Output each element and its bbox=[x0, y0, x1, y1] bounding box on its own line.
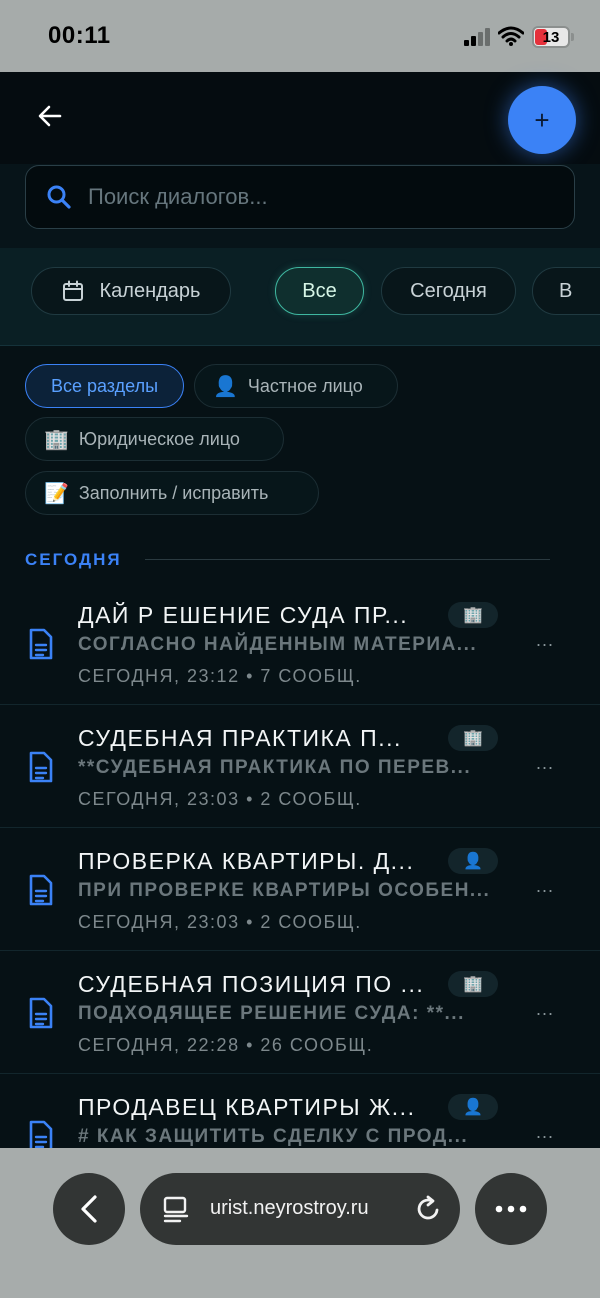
category-label: Юридическое лицо bbox=[78, 428, 240, 449]
status-bar: 00:11 13 bbox=[0, 0, 600, 72]
browser-menu-button[interactable] bbox=[475, 1173, 547, 1245]
site-settings-icon bbox=[163, 1196, 189, 1223]
address-bar[interactable]: urist.neyrostroy.ru bbox=[140, 1173, 460, 1245]
calendar-filter-chip[interactable]: Календарь bbox=[31, 267, 231, 315]
category-chip-all[interactable]: Все разделы bbox=[25, 364, 184, 408]
category-chip-private[interactable]: 👤 Частное лицо bbox=[194, 364, 398, 408]
dialog-row[interactable]: ПРОВЕРКА КВАРТИРЫ. Д... 👤 ПРИ ПРОВЕРКЕ К… bbox=[0, 828, 600, 951]
date-filter-bar: Календарь Все Сегодня В bbox=[0, 248, 600, 346]
more-options-icon[interactable]: ... bbox=[536, 630, 554, 651]
dialog-category-badge: 🏢 bbox=[448, 725, 498, 751]
dialog-row[interactable]: СУДЕБНАЯ ПОЗИЦИЯ ПО ... 🏢 ПОДХОДЯЩЕЕ РЕШ… bbox=[0, 951, 600, 1074]
document-icon bbox=[29, 1120, 53, 1148]
dialog-preview: СОГЛАСНО НАЙДЕННЫМ МАТЕРИА... bbox=[78, 634, 478, 655]
more-options-icon[interactable]: ... bbox=[536, 1122, 554, 1143]
category-chip-fill[interactable]: 📝 Заполнить / исправить bbox=[25, 471, 319, 515]
dialog-preview: **СУДЕБНАЯ ПРАКТИКА ПО ПЕРЕВ... bbox=[78, 757, 472, 778]
dialog-preview: ПРИ ПРОВЕРКЕ КВАРТИРЫ ОСОБЕН... bbox=[78, 880, 491, 901]
back-button[interactable] bbox=[34, 100, 66, 132]
filter-chip-all[interactable]: Все bbox=[275, 267, 364, 315]
dialog-category-badge: 👤 bbox=[448, 848, 498, 874]
search-box[interactable] bbox=[25, 165, 575, 229]
dialog-category-badge: 🏢 bbox=[448, 602, 498, 628]
dialog-row[interactable]: ДАЙ Р ЕШЕНИЕ СУДА ПР... 🏢 СОГЛАСНО НАЙДЕ… bbox=[0, 582, 600, 705]
category-label: Частное лицо bbox=[247, 375, 363, 396]
search-icon bbox=[47, 185, 71, 209]
battery-icon: 13 bbox=[532, 26, 570, 48]
calendar-icon bbox=[62, 280, 83, 301]
section-title: СЕГОДНЯ bbox=[25, 550, 122, 569]
person-icon: 👤 bbox=[213, 375, 238, 398]
dialog-category-badge: 🏢 bbox=[448, 971, 498, 997]
document-icon bbox=[29, 874, 53, 906]
dialog-preview: ПОДХОДЯЩЕЕ РЕШЕНИЕ СУДА: **... bbox=[78, 1003, 465, 1024]
dialog-row[interactable]: СУДЕБНАЯ ПРАКТИКА П... 🏢 **СУДЕБНАЯ ПРАК… bbox=[0, 705, 600, 828]
status-time: 00:11 bbox=[48, 22, 111, 49]
filter-chip-today[interactable]: Сегодня bbox=[381, 267, 516, 315]
dialog-title: СУДЕБНАЯ ПРАКТИКА П... bbox=[78, 725, 402, 751]
dialog-meta: СЕГОДНЯ, 22:28 • 26 СООБЩ. bbox=[78, 1035, 374, 1055]
section-divider bbox=[145, 559, 550, 560]
wifi-icon bbox=[498, 26, 524, 46]
dialog-meta: СЕГОДНЯ, 23:12 • 7 СООБЩ. bbox=[78, 666, 362, 686]
document-icon bbox=[29, 997, 53, 1029]
battery-tip bbox=[571, 33, 574, 41]
calendar-chip-label: Календарь bbox=[99, 279, 201, 302]
dialog-meta: СЕГОДНЯ, 23:03 • 2 СООБЩ. bbox=[78, 789, 362, 809]
dialog-list: ДАЙ Р ЕШЕНИЕ СУДА ПР... 🏢 СОГЛАСНО НАЙДЕ… bbox=[0, 582, 600, 1148]
more-options-icon[interactable]: ... bbox=[536, 753, 554, 774]
dialog-row[interactable]: ПРОДАВЕЦ КВАРТИРЫ Ж... 👤 # КАК ЗАЩИТИТЬ … bbox=[0, 1074, 600, 1148]
arrow-left-icon bbox=[38, 105, 62, 127]
chevron-left-icon bbox=[81, 1195, 97, 1223]
dialog-title: СУДЕБНАЯ ПОЗИЦИЯ ПО ... bbox=[78, 971, 425, 997]
dialog-title: ПРОВЕРКА КВАРТИРЫ. Д... bbox=[78, 848, 415, 874]
category-chip-legal[interactable]: 🏢 Юридическое лицо bbox=[25, 417, 284, 461]
more-options-icon[interactable]: ... bbox=[536, 999, 554, 1020]
memo-icon: 📝 bbox=[44, 482, 69, 505]
document-icon bbox=[29, 628, 53, 660]
dialog-preview: # КАК ЗАЩИТИТЬ СДЕЛКУ С ПРОД... bbox=[78, 1126, 469, 1147]
more-options-icon[interactable]: ... bbox=[536, 876, 554, 897]
category-label: Заполнить / исправить bbox=[78, 482, 269, 503]
signal-icon bbox=[464, 28, 492, 46]
filter-chip-more[interactable]: В bbox=[532, 267, 600, 315]
new-dialog-button[interactable]: + bbox=[508, 86, 576, 154]
building-icon: 🏢 bbox=[44, 428, 69, 451]
document-icon bbox=[29, 751, 53, 783]
dialog-category-badge: 👤 bbox=[448, 1094, 498, 1120]
ellipsis-icon bbox=[495, 1205, 527, 1213]
dialog-title: ДАЙ Р ЕШЕНИЕ СУДА ПР... bbox=[78, 602, 409, 628]
dialog-meta: СЕГОДНЯ, 23:03 • 2 СООБЩ. bbox=[78, 912, 362, 932]
reload-icon[interactable] bbox=[414, 1195, 442, 1223]
browser-back-button[interactable] bbox=[53, 1173, 125, 1245]
dialog-title: ПРОДАВЕЦ КВАРТИРЫ Ж... bbox=[78, 1094, 416, 1120]
battery-level: 13 bbox=[542, 29, 560, 46]
search-input[interactable] bbox=[88, 166, 558, 228]
url-text: urist.neyrostroy.ru bbox=[210, 1197, 369, 1219]
